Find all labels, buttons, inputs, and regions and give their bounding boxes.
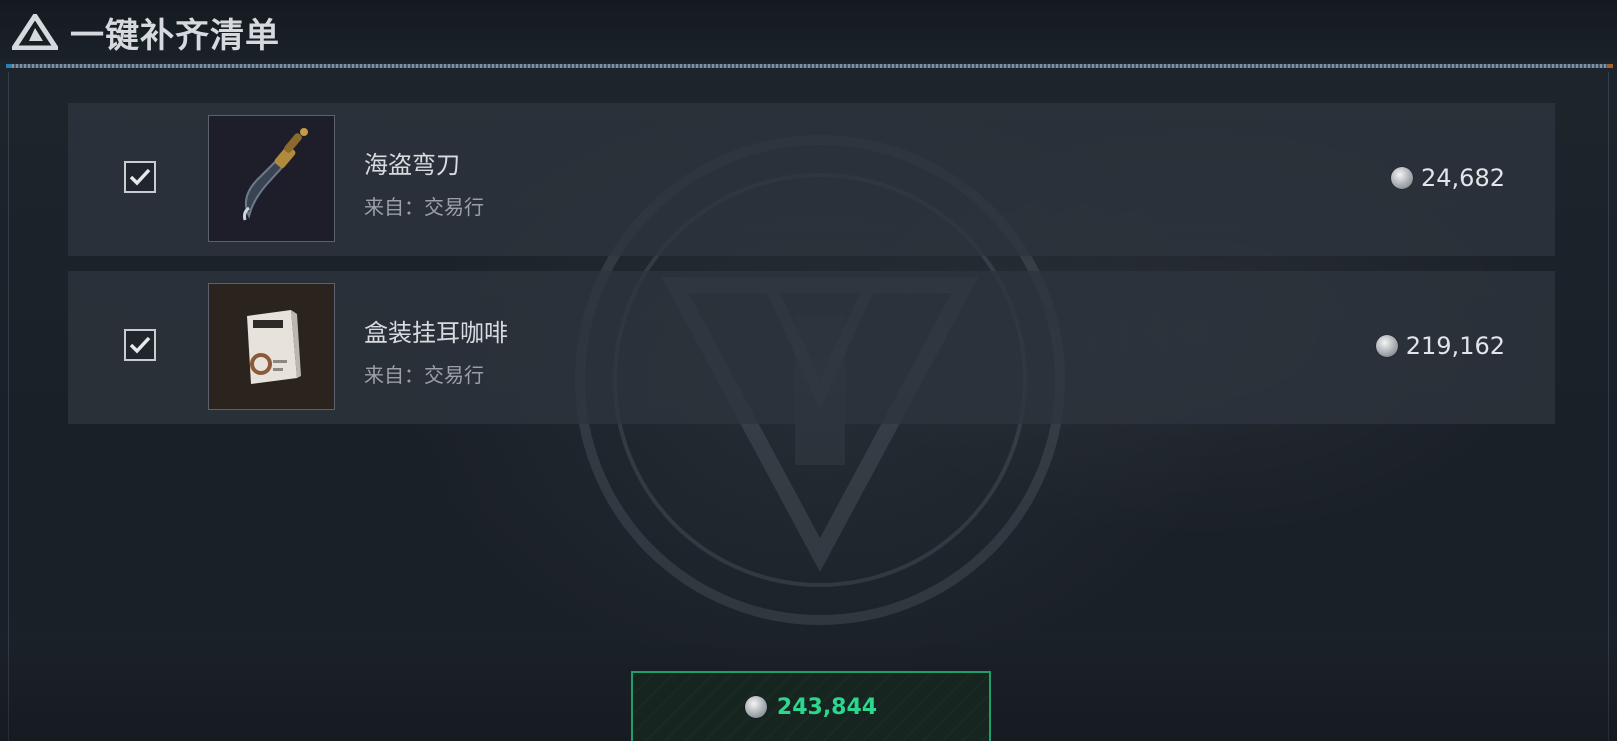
item-source: 来自：交易行 <box>364 195 484 219</box>
title-bar: 一键补齐清单 <box>0 0 1617 60</box>
checkmark-icon <box>129 336 151 354</box>
item-name: 海盗弯刀 <box>364 151 460 179</box>
item-source: 来自：交易行 <box>364 363 484 387</box>
item-list: 海盗弯刀 来自：交易行 24,682 盒装挂耳咖啡 来自：交易行 219,162 <box>68 103 1555 439</box>
total-price: 243,844 <box>776 694 878 720</box>
silver-coin-icon <box>1375 335 1398 357</box>
item-price-value: 219,162 <box>1405 332 1505 360</box>
checkmark-icon <box>129 168 151 186</box>
list-item[interactable]: 盒装挂耳咖啡 来自：交易行 219,162 <box>68 271 1555 424</box>
item-price: 219,162 <box>1375 331 1505 361</box>
replenish-list-screen: 一键补齐清单 海盗弯刀 来自：交易行 24,682 盒装挂耳咖啡 来自：交易行 … <box>0 0 1617 741</box>
purchase-total-button[interactable]: 243,844 <box>631 671 991 741</box>
item-checkbox[interactable] <box>124 161 156 193</box>
item-checkbox[interactable] <box>124 329 156 361</box>
silver-coin-icon <box>1391 167 1414 189</box>
pirate-scimitar-image <box>208 115 335 242</box>
boxed-drip-coffee-image <box>208 283 335 410</box>
page-title: 一键补齐清单 <box>70 16 280 56</box>
item-name: 盒装挂耳咖啡 <box>364 319 508 347</box>
header-divider <box>6 64 1613 68</box>
item-price: 24,682 <box>1391 163 1505 193</box>
list-item[interactable]: 海盗弯刀 来自：交易行 24,682 <box>68 103 1555 256</box>
item-price-value: 24,682 <box>1421 164 1505 192</box>
triangle-logo-icon <box>12 14 58 50</box>
silver-coin-icon <box>744 696 767 718</box>
